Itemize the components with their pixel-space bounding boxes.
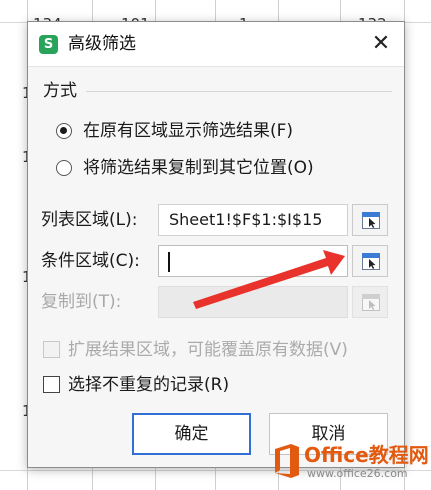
ok-button[interactable]: 确定 — [132, 413, 251, 455]
text-cursor — [168, 252, 170, 272]
radio-show-in-place[interactable]: 在原有区域显示筛选结果(F) — [56, 119, 356, 145]
watermark-brand: Office教程网 — [304, 443, 429, 467]
list-range-label: 列表区域(L): — [41, 210, 138, 230]
copy-to-label: 复制到(T): — [41, 292, 122, 312]
checkbox[interactable] — [43, 376, 60, 393]
criteria-range-picker-button[interactable] — [352, 245, 388, 277]
office-logo-icon — [275, 444, 299, 478]
extend-results-option[interactable]: 扩展结果区域，可能覆盖原有数据(V) — [43, 338, 393, 364]
app-icon-letter: S — [43, 37, 54, 52]
radio-label: 将筛选结果复制到其它位置(O) — [83, 158, 314, 178]
radio-button[interactable] — [56, 160, 72, 176]
copy-to-input[interactable] — [158, 286, 348, 318]
radio-label: 在原有区域显示筛选结果(F) — [83, 121, 294, 141]
checkbox-label: 扩展结果区域，可能覆盖原有数据(V) — [68, 340, 348, 360]
range-select-icon — [362, 212, 380, 229]
wps-spreadsheet-app-icon: S — [39, 35, 58, 54]
close-button[interactable]: ✕ — [368, 31, 394, 57]
range-select-icon — [362, 253, 380, 270]
radio-copy-to-other[interactable]: 将筛选结果复制到其它位置(O) — [56, 156, 376, 182]
watermark-url: www.office26.com — [307, 467, 408, 480]
unique-records-option[interactable]: 选择不重复的记录(R) — [43, 373, 263, 399]
radio-button-checked[interactable] — [56, 123, 72, 139]
range-select-icon — [362, 294, 380, 311]
checkbox-label: 选择不重复的记录(R) — [68, 375, 230, 395]
mode-section-label: 方式 — [43, 81, 77, 101]
list-range-input[interactable]: Sheet1!$F$1:$I$15 — [158, 204, 348, 236]
dialog-titlebar[interactable]: S 高级筛选 ✕ — [28, 22, 404, 67]
list-range-picker-button[interactable] — [352, 204, 388, 236]
criteria-range-label: 条件区域(C): — [41, 251, 140, 271]
dialog-title: 高级筛选 — [68, 34, 136, 54]
close-icon: ✕ — [371, 31, 391, 56]
checkbox[interactable] — [43, 341, 60, 358]
advanced-filter-dialog: S 高级筛选 ✕ 方式 在原有区域显示筛选结果(F) 将筛选结果复制到其它位置(… — [27, 21, 405, 468]
copy-to-picker-button[interactable] — [352, 286, 388, 318]
section-divider — [86, 91, 392, 92]
criteria-range-input[interactable] — [158, 245, 348, 277]
